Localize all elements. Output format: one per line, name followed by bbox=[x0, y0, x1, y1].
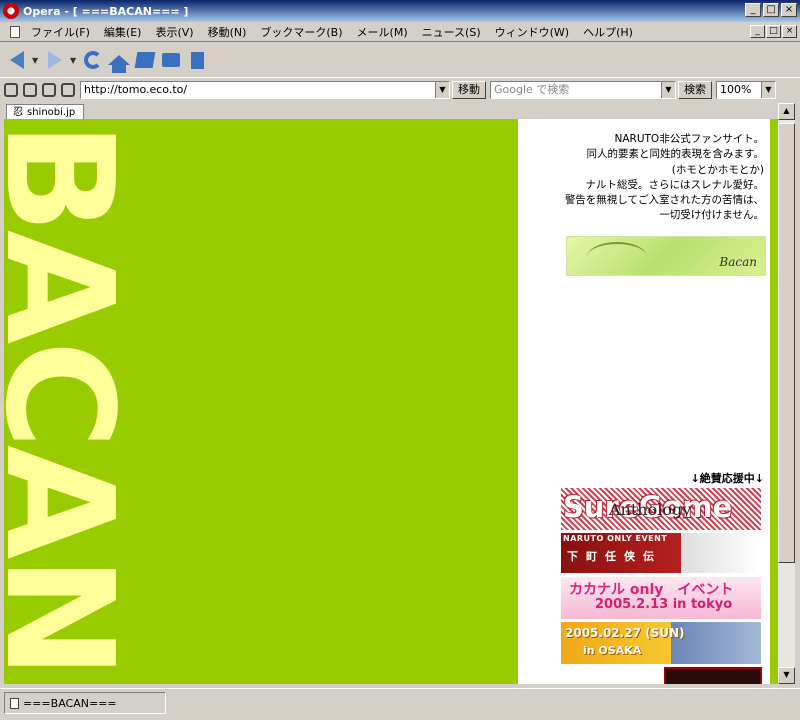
kakanaru-banner-date: 2005.2.13 in tokyo bbox=[595, 597, 733, 612]
banner-signature: Bacan bbox=[719, 255, 757, 269]
cookie-icon[interactable] bbox=[23, 83, 37, 97]
vertical-title-strip: BACAN bbox=[4, 119, 118, 684]
intro-line: NARUTO非公式ファンサイト。 bbox=[614, 133, 765, 145]
mdi-minimize-button[interactable]: _ bbox=[750, 25, 765, 38]
close-button[interactable]: × bbox=[781, 3, 797, 17]
status-bar: ===BACAN=== bbox=[0, 688, 800, 720]
shinobi-favicon-icon: 忍 bbox=[13, 106, 23, 118]
new-page-button[interactable] bbox=[186, 49, 208, 71]
zoom-select[interactable]: 100% ▼ bbox=[716, 81, 776, 99]
page-icon bbox=[10, 697, 19, 709]
opera-logo-icon bbox=[3, 3, 19, 19]
navigation-toolbar: ▼ ▼ bbox=[0, 43, 800, 78]
menu-news[interactable]: ニュース(S) bbox=[415, 24, 488, 40]
search-button[interactable]: 検索 bbox=[678, 81, 712, 99]
search-input[interactable]: Google で検索 ▼ bbox=[490, 81, 676, 99]
event-banner-caption: NARUTO ONLY EVENT bbox=[563, 534, 668, 543]
print-icon[interactable] bbox=[61, 83, 75, 97]
menu-mail[interactable]: メール(M) bbox=[350, 24, 415, 40]
content-panel: NARUTO非公式ファンサイト。 同人的要素と同姓的表現を含みます。 (ホモとか… bbox=[518, 119, 770, 684]
tab-bar: 忍 shinobi.jp bbox=[0, 103, 800, 120]
reload-icon bbox=[84, 51, 102, 69]
site-title-vertical: BACAN bbox=[4, 121, 118, 676]
menu-bookmarks[interactable]: ブックマーク(B) bbox=[253, 24, 349, 40]
home-button[interactable] bbox=[108, 49, 130, 73]
intro-line: 警告を無視してご入室された方の苦情は、 bbox=[564, 194, 764, 207]
printer-icon bbox=[162, 53, 180, 67]
search-placeholder: Google で検索 bbox=[494, 83, 570, 96]
title-bar: Opera - [ ===BACAN=== ] _ □ × bbox=[0, 0, 800, 22]
status-text: ===BACAN=== bbox=[23, 696, 117, 710]
intro-line: (ホモとかホモとか) bbox=[671, 163, 764, 176]
tab-shinobi[interactable]: 忍 shinobi.jp bbox=[6, 104, 85, 120]
anthology-banner[interactable]: SureGome Anthology bbox=[561, 488, 761, 530]
forward-arrow-icon bbox=[48, 51, 62, 69]
back-history-dropdown-icon[interactable]: ▼ bbox=[32, 56, 40, 65]
intro-line: 同人的要素と同姓的表現を含みます。 bbox=[586, 148, 764, 161]
partial-banner[interactable] bbox=[664, 667, 762, 684]
url-text: http://tomo.eco.to/ bbox=[84, 83, 188, 96]
osaka-banner-date: 2005.02.27 (SUN) bbox=[565, 626, 685, 640]
status-field: ===BACAN=== bbox=[4, 692, 166, 714]
search-engine-dropdown-icon[interactable]: ▼ bbox=[661, 82, 675, 98]
site-intro: NARUTO非公式ファンサイト。 同人的要素と同姓的表現を含みます。 (ホモとか… bbox=[565, 132, 764, 224]
url-input[interactable]: http://tomo.eco.to/ ▼ bbox=[80, 81, 450, 99]
mdi-close-button[interactable]: × bbox=[782, 25, 797, 38]
scroll-down-button[interactable]: ▼ bbox=[778, 667, 795, 684]
hotlist-button[interactable] bbox=[134, 49, 156, 71]
forward-history-dropdown-icon[interactable]: ▼ bbox=[70, 56, 78, 65]
anthology-banner-subtitle: Anthology bbox=[609, 500, 692, 519]
window-title: Opera - [ ===BACAN=== ] bbox=[23, 4, 189, 18]
document-icon[interactable] bbox=[10, 25, 20, 38]
menu-window[interactable]: ウィンドウ(W) bbox=[488, 24, 576, 40]
intro-line: 一切受け付けません。 bbox=[659, 209, 764, 222]
kakanaru-event-banner[interactable]: カカナル only イベント 2005.2.13 in tokyo bbox=[561, 577, 761, 619]
event-shitamachi-banner[interactable]: NARUTO ONLY EVENT 下町任侠伝 bbox=[561, 533, 761, 573]
menu-edit[interactable]: 編集(E) bbox=[97, 24, 149, 40]
minimize-button[interactable]: _ bbox=[745, 3, 761, 17]
zoom-dropdown-icon[interactable]: ▼ bbox=[761, 82, 775, 98]
support-heading: ↓絶賛応援中↓ bbox=[690, 472, 764, 485]
kakanaru-banner-title: カカナル only イベント bbox=[569, 582, 734, 598]
home-icon bbox=[108, 55, 130, 73]
osaka-banner-location: in OSAKA bbox=[583, 644, 642, 657]
url-dropdown-icon[interactable]: ▼ bbox=[435, 82, 449, 98]
forward-button[interactable] bbox=[44, 49, 66, 71]
intro-line: ナルト総受。さらにはスレナル愛好。 bbox=[585, 178, 765, 191]
menu-navigate[interactable]: 移動(N) bbox=[201, 24, 254, 40]
maximize-button[interactable]: □ bbox=[763, 3, 779, 17]
menu-bar: ファイル(F) 編集(E) 表示(V) 移動(N) ブックマーク(B) メール(… bbox=[0, 22, 800, 42]
page-viewport: BACAN NARUTO非公式ファンサイト。 同人的要素と同姓的表現を含みます。… bbox=[4, 119, 778, 684]
scroll-thumb[interactable] bbox=[778, 123, 795, 563]
enter-site-banner[interactable]: Bacan bbox=[566, 236, 766, 276]
hotlist-icon bbox=[134, 52, 156, 68]
tab-label: shinobi.jp bbox=[27, 106, 76, 118]
print-button[interactable] bbox=[160, 49, 182, 71]
osaka-event-banner[interactable]: 2005.02.27 (SUN) in OSAKA bbox=[561, 622, 761, 664]
go-button[interactable]: 移動 bbox=[452, 81, 486, 99]
menu-view[interactable]: 表示(V) bbox=[148, 24, 200, 40]
zoom-value: 100% bbox=[720, 83, 752, 96]
new-page-icon bbox=[190, 51, 204, 69]
back-arrow-icon bbox=[10, 51, 24, 69]
wand-icon[interactable] bbox=[42, 83, 56, 97]
scroll-up-button[interactable]: ▲ bbox=[778, 103, 795, 120]
reload-button[interactable] bbox=[82, 49, 104, 71]
menu-file[interactable]: ファイル(F) bbox=[24, 24, 97, 40]
vertical-scrollbar[interactable]: ▲ ▼ bbox=[778, 103, 795, 684]
back-button[interactable] bbox=[6, 49, 28, 71]
address-bar: http://tomo.eco.to/ ▼ 移動 Google で検索 ▼ 検索… bbox=[0, 79, 800, 101]
mdi-restore-button[interactable]: □ bbox=[766, 25, 781, 38]
security-lock-icon[interactable] bbox=[4, 83, 18, 97]
menu-help[interactable]: ヘルプ(H) bbox=[576, 24, 640, 40]
banner-illustration bbox=[587, 242, 647, 272]
event-banner-title: 下町任侠伝 bbox=[567, 550, 662, 563]
